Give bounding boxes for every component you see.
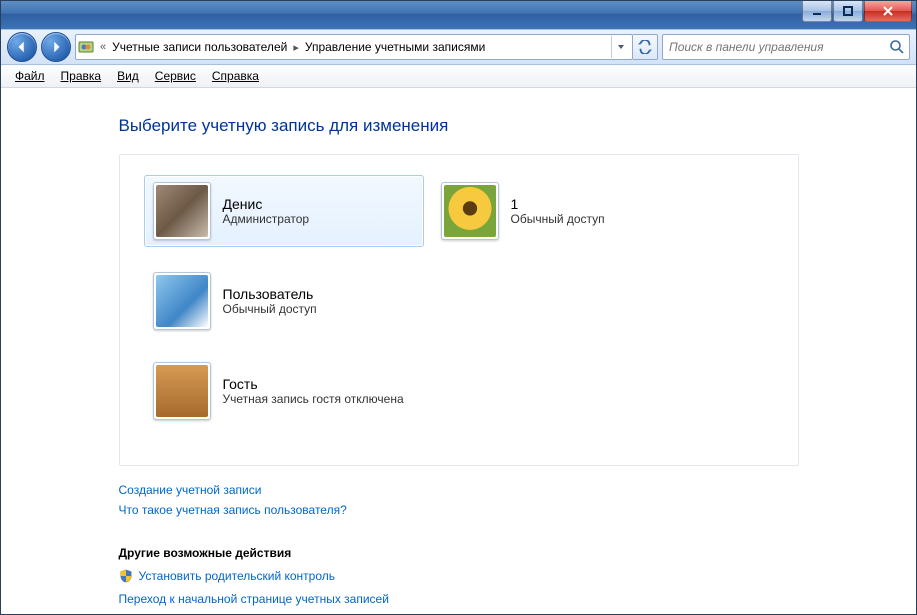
user-role: Обычный доступ xyxy=(511,212,605,226)
forward-button[interactable] xyxy=(41,32,71,62)
minimize-button[interactable] xyxy=(802,1,832,22)
avatar xyxy=(153,182,211,240)
user-name: Денис xyxy=(223,196,310,212)
breadcrumb-seg-2[interactable]: Управление учетными записями xyxy=(305,40,485,54)
back-button[interactable] xyxy=(7,32,37,62)
page-title: Выберите учетную запись для изменения xyxy=(119,116,799,136)
menu-help[interactable]: Справка xyxy=(206,67,265,85)
avatar-cat-icon xyxy=(156,185,208,237)
user-card-denis[interactable]: Денис Администратор xyxy=(144,175,424,247)
chevron-down-icon xyxy=(617,43,625,51)
user-card-1[interactable]: 1 Обычный доступ xyxy=(432,175,712,247)
avatar xyxy=(153,362,211,420)
breadcrumb-chevron-icon: ▸ xyxy=(291,41,301,54)
other-actions: Установить родительский контроль Переход… xyxy=(119,566,799,609)
menu-view[interactable]: Вид xyxy=(111,67,145,85)
breadcrumb-seg-1[interactable]: Учетные записи пользователей xyxy=(112,40,287,54)
nav-row: « Учетные записи пользователей ▸ Управле… xyxy=(1,29,916,65)
menu-edit[interactable]: Правка xyxy=(55,67,108,85)
breadcrumb-prefix: « xyxy=(98,41,108,53)
window-buttons xyxy=(801,1,912,21)
minimize-icon xyxy=(811,5,823,17)
back-arrow-icon xyxy=(15,40,29,54)
content-inner: Выберите учетную запись для изменения Де… xyxy=(119,116,799,609)
search-icon xyxy=(889,39,905,55)
menu-file[interactable]: Файл xyxy=(9,67,51,85)
explorer-window: « Учетные записи пользователей ▸ Управле… xyxy=(0,0,917,615)
link-create-account[interactable]: Создание учетной записи xyxy=(119,483,262,497)
links-block: Создание учетной записи Что такое учетна… xyxy=(119,480,799,520)
refresh-icon xyxy=(638,40,652,54)
content-area: Выберите учетную запись для изменения Де… xyxy=(1,88,916,614)
menu-tools[interactable]: Сервис xyxy=(149,67,202,85)
user-card-guest[interactable]: Гость Учетная запись гостя отключена xyxy=(144,355,524,427)
control-panel-icon xyxy=(78,39,94,55)
users-box: Денис Администратор 1 Обычный доступ xyxy=(119,154,799,466)
user-grid: Денис Администратор 1 Обычный доступ xyxy=(144,169,774,439)
user-role: Администратор xyxy=(223,212,310,226)
shield-icon xyxy=(119,569,133,583)
user-role: Обычный доступ xyxy=(223,302,317,316)
search-box[interactable] xyxy=(662,34,910,60)
link-parental-controls[interactable]: Установить родительский контроль xyxy=(139,569,336,583)
titlebar xyxy=(1,1,916,29)
avatar xyxy=(153,272,211,330)
menu-bar: Файл Правка Вид Сервис Справка xyxy=(1,65,916,88)
address-bar[interactable]: « Учетные записи пользователей ▸ Управле… xyxy=(75,34,633,60)
maximize-button[interactable] xyxy=(833,1,863,22)
search-input[interactable] xyxy=(667,39,889,55)
refresh-button[interactable] xyxy=(633,34,658,60)
link-accounts-home[interactable]: Переход к начальной странице учетных зап… xyxy=(119,592,389,606)
user-name: Пользователь xyxy=(223,286,317,302)
link-what-is-account[interactable]: Что такое учетная запись пользователя? xyxy=(119,503,347,517)
user-name: Гость xyxy=(223,376,404,392)
avatar-sunflower-icon xyxy=(444,185,496,237)
user-name: 1 xyxy=(511,196,605,212)
maximize-icon xyxy=(842,5,854,17)
user-card-user[interactable]: Пользователь Обычный доступ xyxy=(144,265,424,337)
avatar-coaster-icon xyxy=(156,275,208,327)
close-icon xyxy=(882,5,894,17)
address-dropdown[interactable] xyxy=(611,36,630,58)
avatar-suitcase-icon xyxy=(156,365,208,417)
avatar xyxy=(441,182,499,240)
close-button[interactable] xyxy=(864,1,912,22)
other-actions-title: Другие возможные действия xyxy=(119,546,799,560)
user-role: Учетная запись гостя отключена xyxy=(223,392,404,406)
forward-arrow-icon xyxy=(49,40,63,54)
